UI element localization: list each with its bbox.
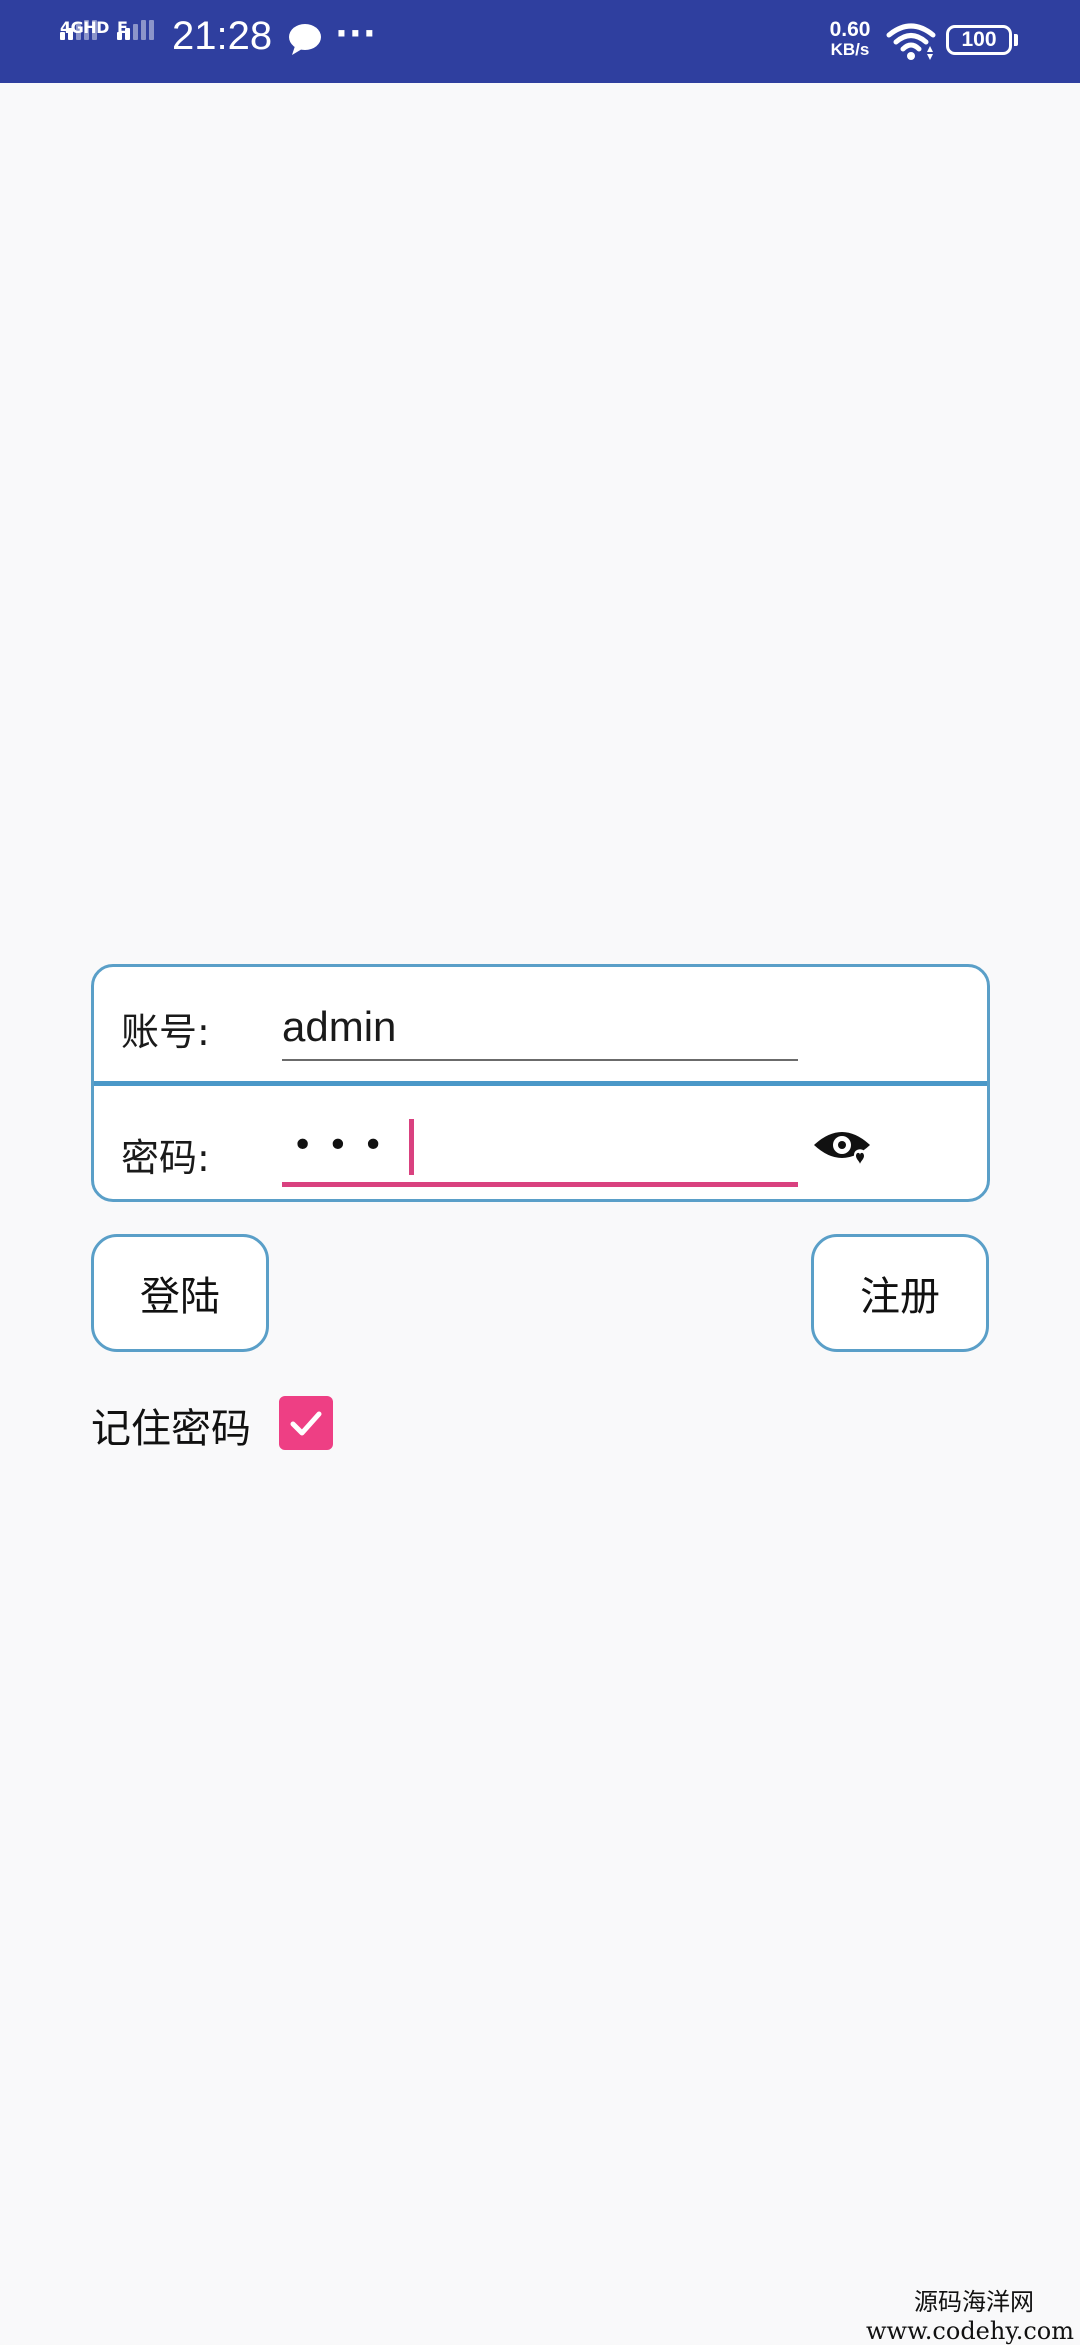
password-masked-value: ••• xyxy=(292,1125,398,1166)
remember-password-checkbox[interactable] xyxy=(279,1396,333,1450)
watermark-url: www.codehy.com xyxy=(866,2317,1074,2345)
status-bar: 4GHD E 21:28 ··· 0.60 KB/s 100 xyxy=(0,0,1080,83)
login-form-card: 账号: 密码: ••• xyxy=(91,964,990,1202)
watermark-title: 源码海洋网 xyxy=(914,2288,1034,2316)
net-speed-value: 0.60 xyxy=(829,18,871,41)
login-button[interactable]: 登陆 xyxy=(91,1234,269,1352)
more-icon: ··· xyxy=(335,14,377,54)
account-label: 账号: xyxy=(121,1010,210,1054)
clock: 21:28 xyxy=(172,14,273,58)
text-cursor xyxy=(409,1119,414,1175)
watermark: 源码海洋网 www.codehy.com xyxy=(866,2282,1074,2345)
battery-level: 100 xyxy=(961,28,997,51)
remember-password-label: 记住密码 xyxy=(91,1406,251,1452)
message-icon xyxy=(287,22,323,62)
net-speed: 0.60 KB/s xyxy=(822,18,878,60)
battery-icon: 100 xyxy=(946,25,1012,55)
battery-tip xyxy=(1014,34,1018,46)
account-input[interactable] xyxy=(282,995,798,1061)
wifi-icon xyxy=(886,22,938,66)
net-speed-unit: KB/s xyxy=(830,40,870,59)
register-button[interactable]: 注册 xyxy=(811,1234,989,1352)
password-label: 密码: xyxy=(121,1136,210,1180)
password-input[interactable]: ••• xyxy=(282,1115,798,1187)
check-icon xyxy=(290,1411,322,1436)
divider xyxy=(94,1081,987,1086)
eye-icon[interactable] xyxy=(812,1123,872,1173)
